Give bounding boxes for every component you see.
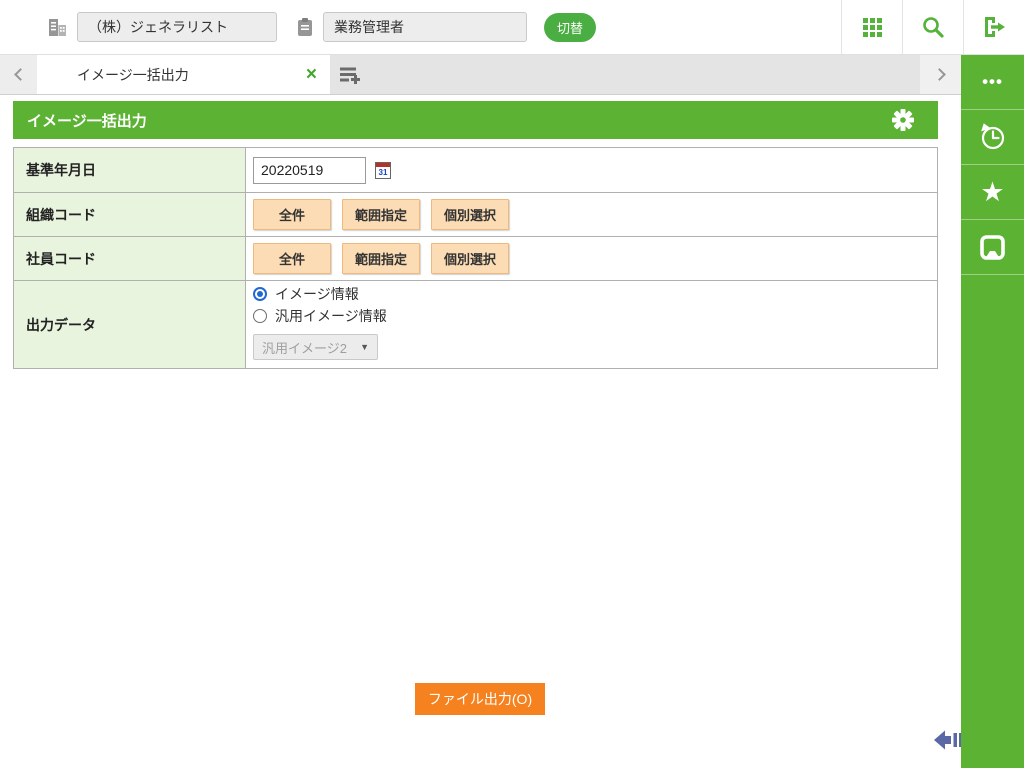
employee-range-button[interactable]: 範囲指定 [342,243,420,274]
page-title-bar: イメージ一括出力 [13,101,938,139]
history-button[interactable] [961,110,1024,165]
role-clipboard-icon [296,17,314,38]
radio-unselected-icon[interactable] [253,309,267,323]
page-title: イメージ一括出力 [27,110,892,131]
top-bar: 切替 [0,0,1024,55]
form-row-base-date: 基準年月日 31 [14,148,937,193]
employee-all-button[interactable]: 全件 [253,243,331,274]
row-label: 組織コード [14,193,246,236]
new-tab-icon [339,65,363,85]
tab-bar: イメージ一括出力 × [0,55,961,95]
tab-close-icon[interactable]: × [306,65,330,84]
form-table: 基準年月日 31 組織コード 全件 範囲指定 個別選択 社員コード 全件 範囲指… [13,147,938,369]
org-range-button[interactable]: 範囲指定 [342,199,420,230]
topbar-actions [841,0,1024,54]
right-sidebar: ••• ★ [961,55,1024,768]
collapse-panel-icon[interactable] [934,728,963,757]
org-individual-button[interactable]: 個別選択 [431,199,509,230]
tab-scroll-right-button[interactable] [935,67,947,82]
org-all-button[interactable]: 全件 [253,199,331,230]
search-button[interactable] [902,0,963,54]
more-dots-icon: ••• [982,72,1003,92]
tab-image-batch-export[interactable]: イメージ一括出力 × [37,55,330,94]
switch-button[interactable]: 切替 [544,13,596,42]
row-label: 基準年月日 [14,148,246,192]
form-row-org-code: 組織コード 全件 範囲指定 個別選択 [14,193,937,237]
tab-scroll-right-zone [920,55,961,94]
more-menu-button[interactable]: ••• [961,55,1024,110]
row-label: 出力データ [14,281,246,368]
generic-image-select[interactable]: 汎用イメージ2 ▼ [253,334,378,360]
select-value: 汎用イメージ2 [262,338,347,357]
role-input[interactable] [323,12,527,42]
radio-generic-image-info[interactable]: 汎用イメージ情報 [253,305,387,327]
radio-selected-icon[interactable] [253,287,267,301]
row-label: 社員コード [14,237,246,280]
favorites-button[interactable]: ★ [961,165,1024,220]
form-row-output-data: 出力データ イメージ情報 汎用イメージ情報 汎用イメージ2 ▼ [14,281,937,369]
app-screen: 切替 [0,0,1024,768]
calendar-icon-number: 31 [376,167,390,178]
calendar-icon[interactable]: 31 [375,162,391,179]
radio-label: 汎用イメージ情報 [275,306,387,326]
employee-individual-button[interactable]: 個別選択 [431,243,509,274]
chevron-left-icon [14,68,27,81]
form-row-employee-code: 社員コード 全件 範囲指定 個別選択 [14,237,937,281]
tab-label: イメージ一括出力 [37,65,306,85]
file-export-button[interactable]: ファイル出力(O) [415,683,545,715]
apps-grid-button[interactable] [841,0,902,54]
logout-button[interactable] [963,0,1024,54]
star-icon: ★ [980,179,1004,206]
radio-image-info[interactable]: イメージ情報 [253,283,359,305]
logout-icon [981,15,1007,39]
apps-grid-icon [863,18,882,37]
tray-icon [977,232,1008,263]
memo-tray-button[interactable] [961,220,1024,275]
company-input[interactable] [77,12,277,42]
base-date-input[interactable] [253,157,366,184]
radio-label: イメージ情報 [275,284,359,304]
chevron-right-icon [933,68,946,81]
search-icon [921,15,946,40]
company-building-icon [46,16,68,38]
new-tab-button[interactable] [330,55,372,94]
chevron-down-icon: ▼ [360,342,369,352]
history-clock-icon [977,121,1009,153]
settings-gear-icon[interactable] [892,109,914,131]
tab-scroll-left-button[interactable] [0,55,37,94]
